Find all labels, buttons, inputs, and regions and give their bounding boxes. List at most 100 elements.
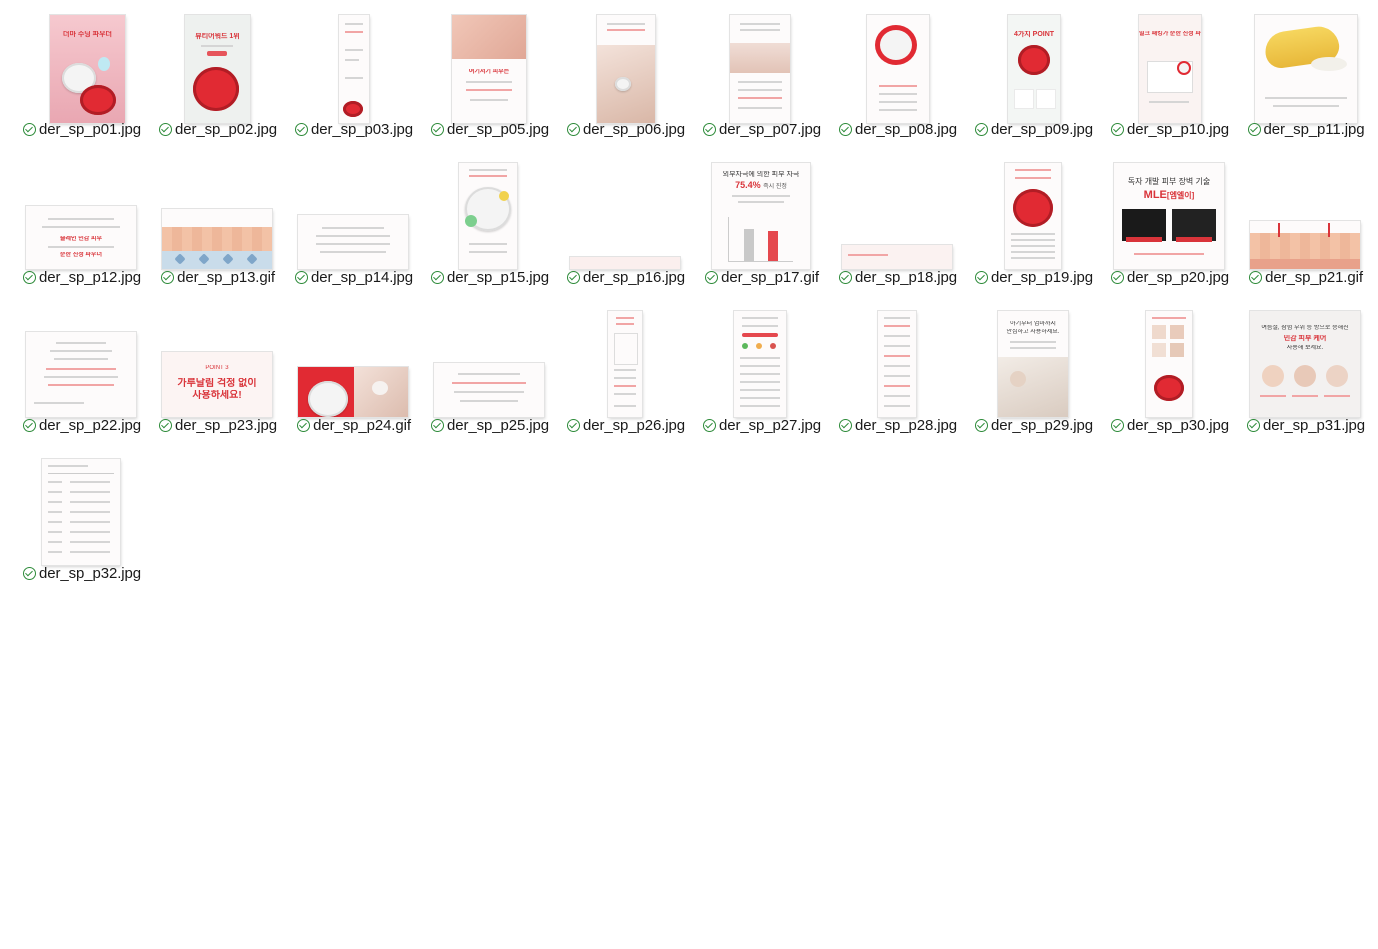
file-item[interactable]: der_sp_p11.jpg — [1238, 0, 1374, 148]
file-item[interactable]: der_sp_p22.jpg — [14, 296, 150, 444]
thumbnail-image — [298, 367, 408, 417]
file-item[interactable]: 슬레인 민감 피부 순한 진정 파우더 der_sp_p12.jpg — [14, 148, 150, 296]
file-name[interactable]: der_sp_p21.gif — [1265, 269, 1363, 286]
file-item[interactable]: der_sp_p08.jpg — [830, 0, 966, 148]
thumbnail-image: 4가지 POINT — [1008, 15, 1060, 123]
file-name[interactable]: der_sp_p30.jpg — [1127, 417, 1229, 434]
file-caption: der_sp_p31.jpg — [1238, 415, 1374, 435]
file-item[interactable]: der_sp_p28.jpg — [830, 296, 966, 444]
file-item[interactable]: 여기저기 피부는 der_sp_p05.jpg — [422, 0, 558, 148]
thumbnail-image — [842, 245, 952, 269]
file-item[interactable]: der_sp_p13.gif — [150, 148, 286, 296]
file-caption: der_sp_p23.jpg — [150, 415, 286, 435]
file-item[interactable]: 더마 수딩 파우더 der_sp_p01.jpg — [14, 0, 150, 148]
file-caption: der_sp_p08.jpg — [830, 119, 966, 139]
file-item[interactable]: der_sp_p03.jpg — [286, 0, 422, 148]
file-name[interactable]: der_sp_p06.jpg — [583, 121, 685, 138]
file-caption: der_sp_p07.jpg — [694, 119, 830, 139]
file-caption: der_sp_p17.gif — [694, 267, 830, 287]
file-name[interactable]: der_sp_p02.jpg — [175, 121, 277, 138]
file-name[interactable]: der_sp_p27.jpg — [719, 417, 821, 434]
file-name[interactable]: der_sp_p19.jpg — [991, 269, 1093, 286]
file-caption: der_sp_p32.jpg — [14, 563, 150, 583]
file-item[interactable]: der_sp_p21.gif — [1238, 148, 1374, 296]
thumbnail — [14, 444, 150, 565]
file-name[interactable]: der_sp_p28.jpg — [855, 417, 957, 434]
thumbnail — [830, 148, 966, 269]
thumbnail-image: 아기부터 엄마까지 안심하고 사용하세요. — [998, 311, 1068, 417]
file-name[interactable]: der_sp_p09.jpg — [991, 121, 1093, 138]
file-name[interactable]: der_sp_p32.jpg — [39, 565, 141, 582]
thumbnail — [558, 148, 694, 269]
file-item[interactable]: der_sp_p27.jpg — [694, 296, 830, 444]
thumbnail — [830, 296, 966, 417]
file-name[interactable]: der_sp_p20.jpg — [1127, 269, 1229, 286]
thumbnail: 독자 개발 피부 장벽 기술 MLE[엠엘이] — [1102, 148, 1238, 269]
file-name[interactable]: der_sp_p17.gif — [721, 269, 819, 286]
file-name[interactable]: der_sp_p26.jpg — [583, 417, 685, 434]
thumbnail: 슬레인 민감 피부 순한 진정 파우더 — [14, 148, 150, 269]
file-caption: der_sp_p09.jpg — [966, 119, 1102, 139]
thumbnail-image — [1250, 221, 1360, 269]
file-name[interactable]: der_sp_p23.jpg — [175, 417, 277, 434]
sync-check-icon — [566, 418, 580, 432]
file-name[interactable]: der_sp_p15.jpg — [447, 269, 549, 286]
file-item[interactable]: 아기부터 엄마까지 안심하고 사용하세요. der_sp_p29.jpg — [966, 296, 1102, 444]
file-item[interactable]: der_sp_p30.jpg — [1102, 296, 1238, 444]
file-name[interactable]: der_sp_p12.jpg — [39, 269, 141, 286]
file-item[interactable]: der_sp_p18.jpg — [830, 148, 966, 296]
file-name[interactable]: der_sp_p22.jpg — [39, 417, 141, 434]
file-item[interactable]: 밀크 패킹가 순한 진정 파우더 der_sp_p10.jpg — [1102, 0, 1238, 148]
file-item[interactable]: der_sp_p26.jpg — [558, 296, 694, 444]
sync-check-icon — [158, 418, 172, 432]
file-caption: der_sp_p11.jpg — [1238, 119, 1374, 139]
file-item[interactable]: der_sp_p06.jpg — [558, 0, 694, 148]
file-name[interactable]: der_sp_p13.gif — [177, 269, 275, 286]
file-name[interactable]: der_sp_p14.jpg — [311, 269, 413, 286]
file-caption: der_sp_p13.gif — [150, 267, 286, 287]
file-item[interactable]: 4가지 POINT der_sp_p09.jpg — [966, 0, 1102, 148]
file-name[interactable]: der_sp_p31.jpg — [1263, 417, 1365, 434]
file-item[interactable]: der_sp_p32.jpg — [14, 444, 150, 592]
file-item[interactable]: der_sp_p07.jpg — [694, 0, 830, 148]
file-caption: der_sp_p22.jpg — [14, 415, 150, 435]
file-caption: der_sp_p30.jpg — [1102, 415, 1238, 435]
sync-check-icon — [294, 270, 308, 284]
file-caption: der_sp_p16.jpg — [558, 267, 694, 287]
file-name[interactable]: der_sp_p11.jpg — [1264, 121, 1365, 138]
sync-check-icon — [161, 270, 175, 284]
sync-check-icon — [158, 122, 172, 136]
file-name[interactable]: der_sp_p16.jpg — [583, 269, 685, 286]
sync-check-icon — [838, 270, 852, 284]
file-item[interactable]: POINT 3 가루날림 걱정 없이 사용하세요! der_sp_p23.jpg — [150, 296, 286, 444]
file-item[interactable]: der_sp_p14.jpg — [286, 148, 422, 296]
thumbnail — [1238, 148, 1374, 269]
file-item[interactable]: 여름철, 잠험 부위 등 방으로 승해진 민감 피부 케어 사용해 보세요. d… — [1238, 296, 1374, 444]
thumbnail: 4가지 POINT — [966, 0, 1102, 123]
file-name[interactable]: der_sp_p24.gif — [313, 417, 411, 434]
file-item[interactable]: der_sp_p25.jpg — [422, 296, 558, 444]
thumbnail-image — [434, 363, 544, 417]
thumbnail — [1102, 296, 1238, 417]
file-item[interactable]: der_sp_p24.gif — [286, 296, 422, 444]
sync-check-icon — [1246, 418, 1260, 432]
thumbnail — [422, 148, 558, 269]
file-name[interactable]: der_sp_p18.jpg — [855, 269, 957, 286]
file-item[interactable]: der_sp_p16.jpg — [558, 148, 694, 296]
file-item[interactable]: der_sp_p15.jpg — [422, 148, 558, 296]
file-name[interactable]: der_sp_p01.jpg — [39, 121, 141, 138]
sync-check-icon — [430, 122, 444, 136]
file-name[interactable]: der_sp_p29.jpg — [991, 417, 1093, 434]
file-name[interactable]: der_sp_p10.jpg — [1127, 121, 1229, 138]
file-name[interactable]: der_sp_p25.jpg — [447, 417, 549, 434]
file-name[interactable]: der_sp_p07.jpg — [719, 121, 821, 138]
file-item[interactable]: der_sp_p19.jpg — [966, 148, 1102, 296]
file-name[interactable]: der_sp_p08.jpg — [855, 121, 957, 138]
file-item[interactable]: 뷰티어워드 1위 der_sp_p02.jpg — [150, 0, 286, 148]
sync-check-icon — [22, 418, 36, 432]
file-item[interactable]: 외부자극에 의한 피부 자극 75.4% 즉시 진정 der_sp_p17.gi… — [694, 148, 830, 296]
file-item[interactable]: 독자 개발 피부 장벽 기술 MLE[엠엘이] der_sp_p20.jpg — [1102, 148, 1238, 296]
file-name[interactable]: der_sp_p05.jpg — [447, 121, 549, 138]
file-grid: 더마 수딩 파우더 der_sp_p01.jpg 뷰티어워드 1위 der_sp… — [0, 0, 1378, 949]
file-name[interactable]: der_sp_p03.jpg — [311, 121, 413, 138]
